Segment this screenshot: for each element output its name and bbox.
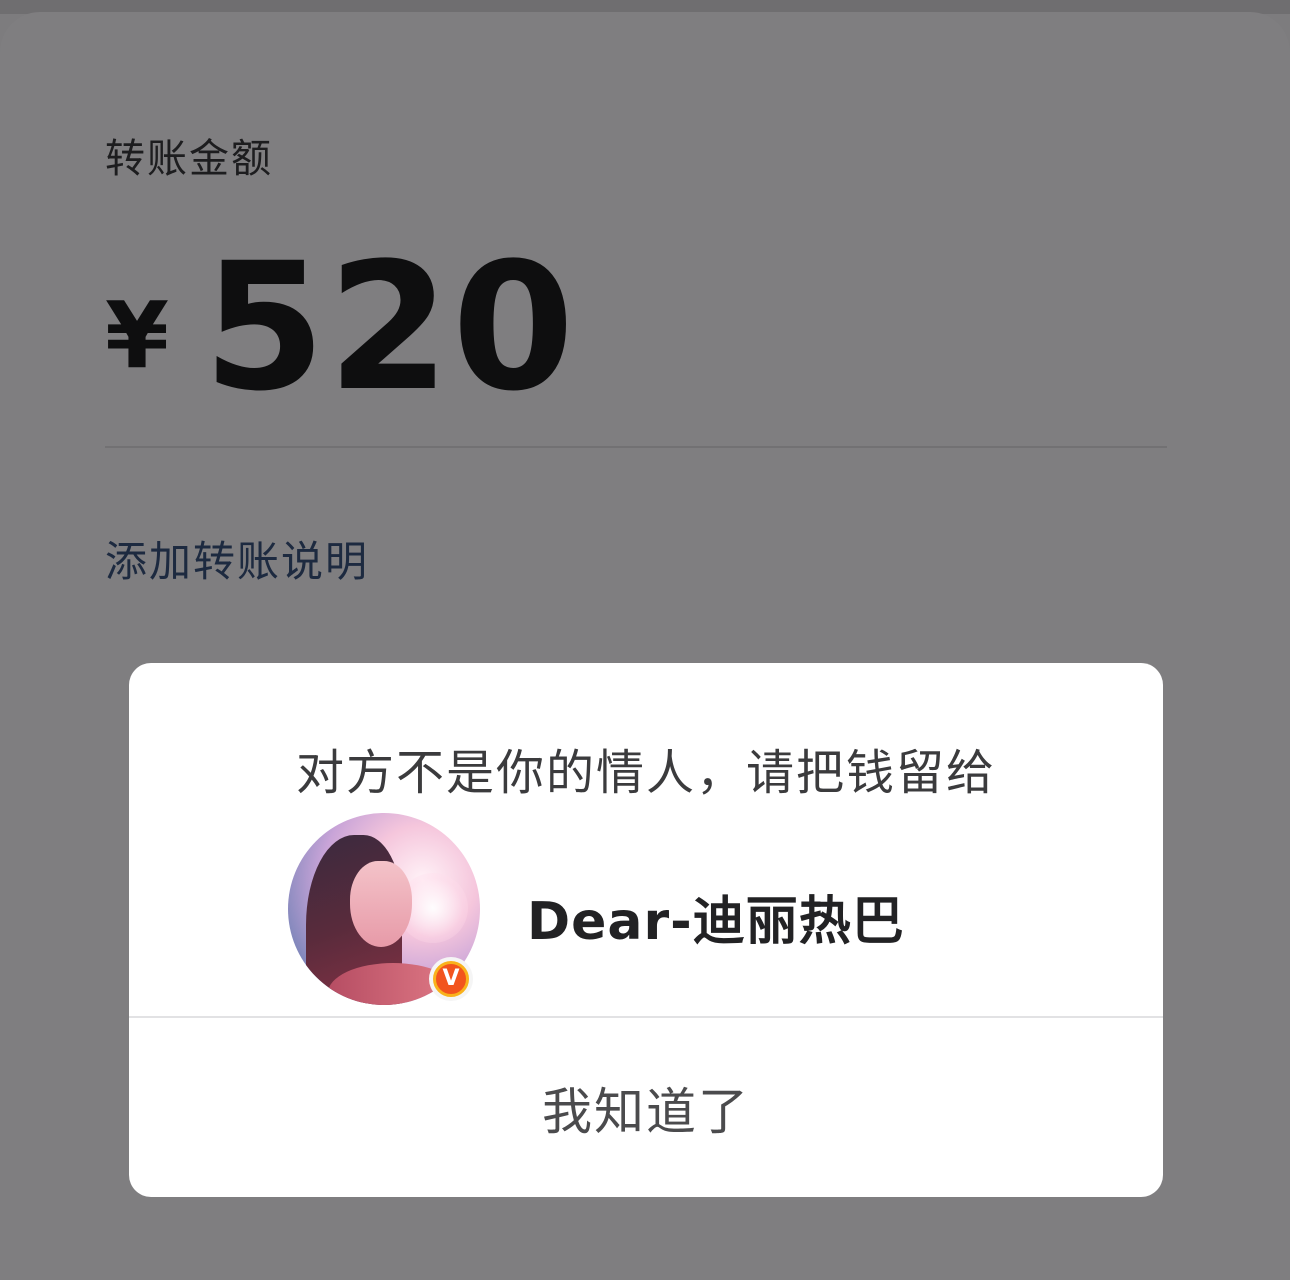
verified-badge-letter: V: [433, 961, 469, 997]
amount-value: 520: [203, 225, 577, 430]
recipient-name: Dear-迪丽热巴: [527, 892, 905, 952]
alert-dialog: 对方不是你的情人，请把钱留给 V Dear-迪丽热巴 我知道了: [129, 663, 1163, 1197]
amount-input[interactable]: ¥ 520: [105, 240, 576, 420]
currency-symbol: ¥: [105, 282, 170, 389]
dialog-message: 对方不是你的情人，请把钱留给: [295, 745, 996, 801]
avatar-face: [350, 861, 412, 947]
amount-divider: [105, 446, 1167, 448]
verified-badge-icon: V: [429, 957, 473, 1001]
add-note-link[interactable]: 添加转账说明: [105, 528, 369, 589]
confirm-button[interactable]: 我知道了: [129, 1018, 1163, 1197]
amount-label: 转账金额: [105, 136, 273, 182]
